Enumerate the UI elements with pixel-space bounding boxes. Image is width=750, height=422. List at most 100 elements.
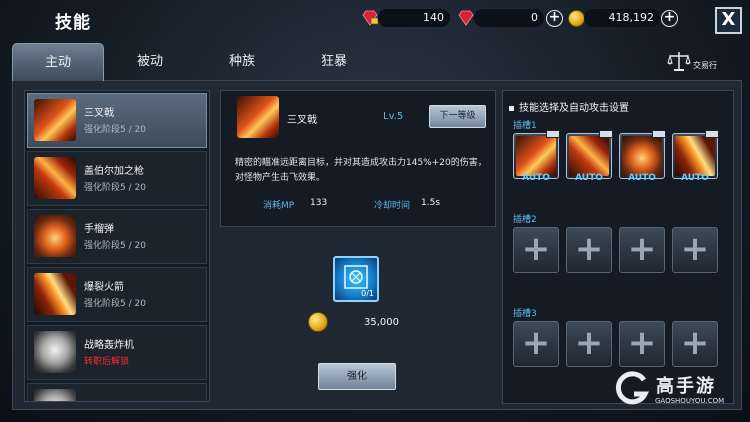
skill-item-partial[interactable] bbox=[27, 383, 207, 401]
skill-item-trident[interactable]: 三叉戟 强化阶段5 / 20 bbox=[27, 93, 207, 148]
plus-icon: + bbox=[521, 229, 551, 269]
locked-ruby-counter: 140 bbox=[378, 9, 450, 27]
remove-icon[interactable] bbox=[546, 130, 560, 138]
gold-value: 418,192 bbox=[608, 11, 655, 24]
skill-name: 战略轰炸机 bbox=[84, 340, 134, 351]
auto-label: AUTO bbox=[575, 173, 603, 183]
upgrade-material-slot[interactable]: 0/1 bbox=[333, 256, 379, 302]
ruby-value: 0 bbox=[531, 11, 538, 24]
bomber-skill-icon bbox=[34, 331, 76, 373]
tab-berserk-skills[interactable]: 狂暴 bbox=[288, 43, 380, 81]
next-level-button[interactable]: 下一等级 bbox=[429, 105, 486, 128]
skill-slots-panel: 技能选择及自动攻击设置 插槽1 AUTO AUTO AUTO AUTO 插槽2 … bbox=[502, 90, 734, 404]
gold-counter: 418,192 bbox=[584, 9, 660, 27]
plus-icon: + bbox=[680, 323, 710, 363]
slot-3-4[interactable]: + bbox=[672, 321, 718, 367]
ruby-counter: 0 bbox=[474, 9, 544, 27]
slot-group-2-label: 插槽2 bbox=[513, 215, 537, 225]
skill-item-bomber[interactable]: 战略轰炸机 转职后解锁 bbox=[27, 325, 207, 380]
slot-1-1[interactable]: AUTO bbox=[513, 130, 560, 183]
close-button[interactable]: X bbox=[715, 7, 742, 34]
skill-list[interactable]: 三叉戟 强化阶段5 / 20 盖伯尔加之枪 强化阶段5 / 20 手榴弹 强化阶… bbox=[24, 90, 210, 402]
plus-icon: + bbox=[521, 323, 551, 363]
trident-skill-icon bbox=[516, 136, 556, 176]
mp-cost-label: 消耗MP bbox=[263, 201, 295, 211]
top-bar: 技能 140 0 + 418,192 + X bbox=[0, 0, 750, 38]
trident-skill-icon bbox=[237, 96, 279, 138]
skill-book-icon bbox=[344, 265, 368, 289]
skill-stage: 强化阶段5 / 20 bbox=[84, 125, 146, 135]
skill-name: 手榴弹 bbox=[84, 224, 114, 235]
plus-icon: + bbox=[574, 229, 604, 269]
upgrade-cost: 35,000 bbox=[364, 317, 399, 328]
tab-passive-skills[interactable]: 被动 bbox=[104, 43, 196, 81]
slot-2-1[interactable]: + bbox=[513, 227, 559, 273]
locked-ruby-icon bbox=[362, 10, 379, 26]
skill-stage: 强化阶段5 / 20 bbox=[84, 241, 146, 251]
auto-label: AUTO bbox=[681, 173, 709, 183]
skill-stage: 强化阶段5 / 20 bbox=[84, 299, 146, 309]
material-count: 0/1 bbox=[361, 289, 374, 298]
trade-button[interactable]: 交易行 bbox=[665, 48, 725, 76]
skill-detail: 三叉戟 Lv.5 下一等级 精密的瞄准远距离目标，并对其造成攻击力145%+20… bbox=[220, 90, 496, 227]
watermark: 高手游 GAOSHOUYOU.COM bbox=[614, 370, 744, 410]
slot-3-2[interactable]: + bbox=[566, 321, 612, 367]
ruby-icon bbox=[458, 10, 474, 26]
grenade-skill-icon bbox=[622, 136, 662, 176]
detail-skill-name: 三叉戟 bbox=[287, 115, 317, 126]
slot-1-2[interactable]: AUTO bbox=[566, 130, 613, 183]
trade-label: 交易行 bbox=[693, 61, 717, 70]
slots-panel-title-text: 技能选择及自动攻击设置 bbox=[519, 103, 629, 114]
mp-cost-value: 133 bbox=[310, 198, 328, 208]
add-ruby-button[interactable]: + bbox=[546, 10, 563, 27]
upgrade-button[interactable]: 强化 bbox=[318, 363, 396, 390]
skill-name: 盖伯尔加之枪 bbox=[84, 166, 144, 177]
skill-item-rocket[interactable]: 爆裂火箭 强化阶段5 / 20 bbox=[27, 267, 207, 322]
gold-coin-icon bbox=[308, 312, 328, 332]
rocket-skill-icon bbox=[675, 136, 715, 176]
tab-active-skills[interactable]: 主动 bbox=[12, 43, 104, 81]
spear-skill-icon bbox=[569, 136, 609, 176]
trident-skill-icon bbox=[34, 99, 76, 141]
slot-1-4[interactable]: AUTO bbox=[672, 130, 719, 183]
slot-3-1[interactable]: + bbox=[513, 321, 559, 367]
auto-label: AUTO bbox=[522, 173, 550, 183]
remove-icon[interactable] bbox=[599, 130, 613, 138]
plus-icon: + bbox=[680, 229, 710, 269]
slot-1-3[interactable]: AUTO bbox=[619, 130, 666, 183]
spear-skill-icon bbox=[34, 157, 76, 199]
plus-icon: + bbox=[627, 323, 657, 363]
skill-name: 三叉戟 bbox=[84, 108, 114, 119]
slot-2-3[interactable]: + bbox=[619, 227, 665, 273]
plus-icon: + bbox=[627, 229, 657, 269]
rocket-skill-icon bbox=[34, 273, 76, 315]
skill-item-spear[interactable]: 盖伯尔加之枪 强化阶段5 / 20 bbox=[27, 151, 207, 206]
add-gold-button[interactable]: + bbox=[661, 10, 678, 27]
skill-name: 爆裂火箭 bbox=[84, 282, 124, 293]
auto-label: AUTO bbox=[628, 173, 656, 183]
slot-group-1-label: 插槽1 bbox=[513, 121, 537, 131]
page-title: 技能 bbox=[55, 13, 91, 33]
slot-2-2[interactable]: + bbox=[566, 227, 612, 273]
watermark-brand: 高手游 bbox=[656, 376, 716, 397]
skill-locked-label: 转职后解锁 bbox=[84, 357, 130, 367]
slots-panel-title: 技能选择及自动攻击设置 bbox=[509, 99, 629, 114]
remove-icon[interactable] bbox=[652, 130, 666, 138]
watermark-domain: GAOSHOUYOU.COM bbox=[655, 397, 725, 405]
skill-icon bbox=[34, 389, 76, 401]
plus-icon: + bbox=[574, 323, 604, 363]
slot-2-4[interactable]: + bbox=[672, 227, 718, 273]
tab-bar: 主动 被动 种族 狂暴 bbox=[12, 43, 412, 81]
tab-race-skills[interactable]: 种族 bbox=[196, 43, 288, 81]
brand-logo-icon bbox=[615, 371, 650, 405]
cooldown-label: 冷却时间 bbox=[374, 201, 411, 211]
remove-icon[interactable] bbox=[705, 130, 719, 138]
slot-3-3[interactable]: + bbox=[619, 321, 665, 367]
skill-item-grenade[interactable]: 手榴弹 强化阶段5 / 20 bbox=[27, 209, 207, 264]
scales-icon bbox=[667, 52, 691, 71]
skill-description: 精密的瞄准远距离目标，并对其造成攻击力145%+20的伤害，对怪物产生击飞效果。 bbox=[235, 158, 487, 183]
grenade-skill-icon bbox=[34, 215, 76, 257]
gold-coin-icon bbox=[568, 10, 585, 27]
skill-stage: 强化阶段5 / 20 bbox=[84, 183, 146, 193]
slot-group-3-label: 插槽3 bbox=[513, 309, 537, 319]
